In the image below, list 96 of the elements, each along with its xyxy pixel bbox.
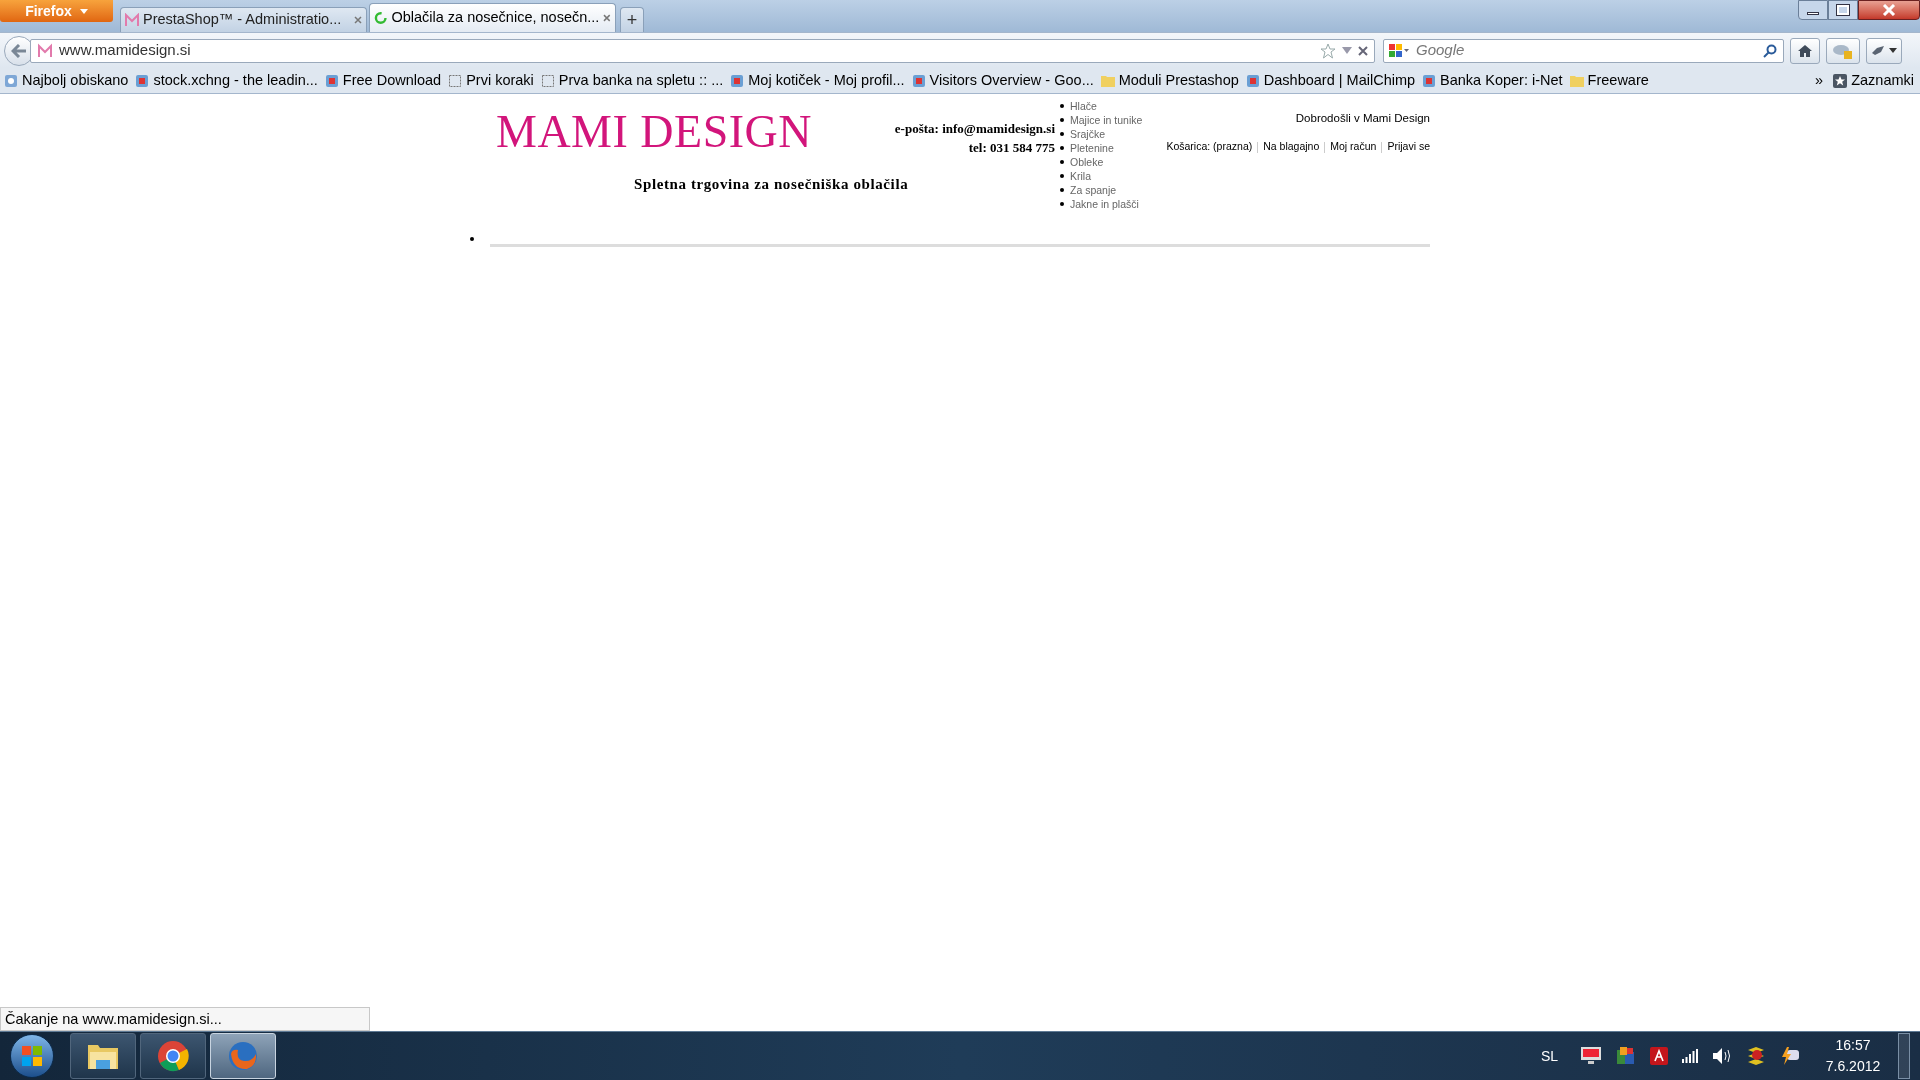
home-button[interactable] — [1790, 37, 1820, 64]
url-text: www.mamidesign.si — [59, 40, 191, 61]
site-favicon-icon — [135, 73, 150, 88]
site-favicon-icon — [730, 73, 745, 88]
close-button[interactable] — [1858, 0, 1920, 20]
category-link[interactable]: Krila — [1070, 169, 1091, 183]
search-engine-icon[interactable] — [1388, 42, 1410, 59]
blank-page-icon — [540, 73, 555, 88]
category-link[interactable]: Hlače — [1070, 99, 1097, 113]
bookmark-link[interactable]: Dashboard | MailChimp — [1263, 69, 1416, 92]
show-desktop-button[interactable] — [1898, 1033, 1910, 1079]
header-link[interactable]: Na blagajno — [1263, 139, 1320, 155]
new-tab-button[interactable]: + — [620, 7, 644, 32]
tab-title: Oblačila za nosečnice, nosečn... — [391, 8, 600, 28]
category-link[interactable]: Srajčke — [1070, 127, 1105, 141]
welcome-text: Dobrodošli v Mami Design — [1295, 111, 1430, 126]
folder-icon — [1100, 74, 1115, 87]
search-field[interactable]: Google — [1383, 38, 1784, 63]
category-link[interactable]: Obleke — [1070, 155, 1104, 169]
monitor-app-icon[interactable] — [1580, 1046, 1602, 1066]
antivirus-icon[interactable] — [1616, 1046, 1636, 1066]
tab-title: PrestaShop™ - Administratio... — [143, 10, 342, 30]
bullet-icon — [1060, 104, 1064, 108]
minimize-button[interactable] — [1798, 0, 1828, 20]
bullet-icon — [1060, 160, 1064, 164]
caret-icon — [1889, 47, 1897, 54]
language-indicator[interactable]: SL — [1540, 1045, 1558, 1067]
bullet-icon — [1060, 132, 1064, 136]
bookmark-link[interactable]: Visitors Overview - Goo... — [929, 69, 1094, 92]
site-favicon-icon — [37, 42, 53, 59]
browser-tab[interactable]: PrestaShop™ - Administratio... — [120, 7, 367, 32]
bookmark-link[interactable]: Prva banka na spletu :: ... — [558, 69, 724, 92]
bullet-icon — [1060, 146, 1064, 150]
bookmarks-menu-button[interactable]: Zaznamki — [1851, 69, 1914, 92]
search-input: Google — [1416, 39, 1763, 62]
bookmarks-star-icon[interactable] — [1833, 73, 1848, 88]
folder-icon — [1569, 74, 1584, 87]
close-icon — [1882, 4, 1896, 16]
clock-time[interactable]: 16:57 — [1835, 1035, 1871, 1056]
volume-icon[interactable] — [1712, 1047, 1732, 1065]
reader-icon[interactable] — [1650, 1047, 1668, 1065]
phone-text: tel: 031 584 775 — [968, 139, 1055, 157]
site-favicon-icon — [1245, 73, 1260, 88]
taskbar-app-button[interactable] — [70, 1033, 136, 1079]
empty-list-bullet-icon — [470, 237, 474, 241]
back-arrow-icon — [11, 43, 27, 58]
site-favicon-icon — [911, 73, 926, 88]
category-link[interactable]: Jakne in plašči — [1070, 197, 1139, 211]
taskbar-app-button[interactable] — [140, 1033, 206, 1079]
bookmark-link[interactable]: Najbolj obiskano — [22, 69, 129, 92]
bookmark-link[interactable]: Freeware — [1587, 69, 1649, 92]
caret-icon — [79, 8, 88, 14]
blank-page-icon — [448, 73, 463, 88]
windows-logo-icon — [20, 1044, 44, 1068]
firefox-icon — [227, 1040, 259, 1072]
tagline-text: Spletna trgovina za nosečniška oblačila — [634, 175, 910, 194]
site-favicon-icon — [1422, 73, 1437, 88]
signal-icon[interactable] — [1682, 1049, 1698, 1063]
bookmark-link[interactable]: Moj kotiček - Moj profil... — [748, 69, 905, 92]
category-link[interactable]: Pletenine — [1070, 141, 1114, 155]
bookmark-link[interactable]: stock.xchng - the leadin... — [153, 69, 318, 92]
close-icon[interactable] — [354, 16, 362, 24]
category-link[interactable]: Za spanje — [1070, 183, 1117, 197]
bullet-icon — [1060, 202, 1064, 206]
stop-icon[interactable] — [1358, 45, 1368, 56]
minimize-icon — [1807, 12, 1819, 15]
category-link[interactable]: Majice in tunike — [1070, 113, 1143, 127]
logo-text: MAMI DESIGN — [496, 106, 812, 158]
maximize-icon — [1837, 5, 1849, 15]
bookmark-link[interactable]: Banka Koper: i-Net — [1440, 69, 1563, 92]
bookmark-link[interactable]: Moduli Prestashop — [1118, 69, 1239, 92]
start-button[interactable] — [10, 1034, 54, 1078]
bookmark-link[interactable]: Prvi koraki — [466, 69, 534, 92]
bullet-icon — [1060, 118, 1064, 122]
header-link[interactable]: Prijavi se — [1387, 139, 1430, 155]
extension-menu-button[interactable] — [1866, 37, 1902, 64]
site-favicon-icon — [324, 73, 339, 88]
search-icon[interactable] — [1763, 43, 1777, 58]
close-icon[interactable] — [603, 14, 611, 22]
clock-date[interactable]: 7.6.2012 — [1825, 1056, 1881, 1077]
bookmark-link[interactable]: Free Download — [342, 69, 442, 92]
star-icon[interactable] — [1320, 42, 1336, 59]
action-center-icon[interactable] — [1780, 1046, 1800, 1066]
status-bar: Čakanje na www.mamidesign.si... — [0, 1007, 370, 1031]
dropdown-arrow-icon[interactable] — [1342, 46, 1352, 55]
chrome-icon — [157, 1040, 189, 1072]
browser-tab[interactable]: Oblačila za nosečnice, nosečn... — [369, 3, 616, 32]
email-text: e-pošta: info@mamidesign.si — [894, 120, 1055, 138]
more-bookmarks-button[interactable]: » — [1815, 69, 1824, 92]
maximize-button[interactable] — [1828, 0, 1858, 20]
address-bar[interactable]: www.mamidesign.si — [30, 38, 1375, 63]
bullet-icon — [1060, 188, 1064, 192]
home-icon — [1797, 43, 1813, 58]
header-link[interactable]: Košarica: (prazna) — [1166, 139, 1253, 155]
header-link[interactable]: Moj račun — [1330, 139, 1377, 155]
bullet-icon — [1060, 174, 1064, 178]
